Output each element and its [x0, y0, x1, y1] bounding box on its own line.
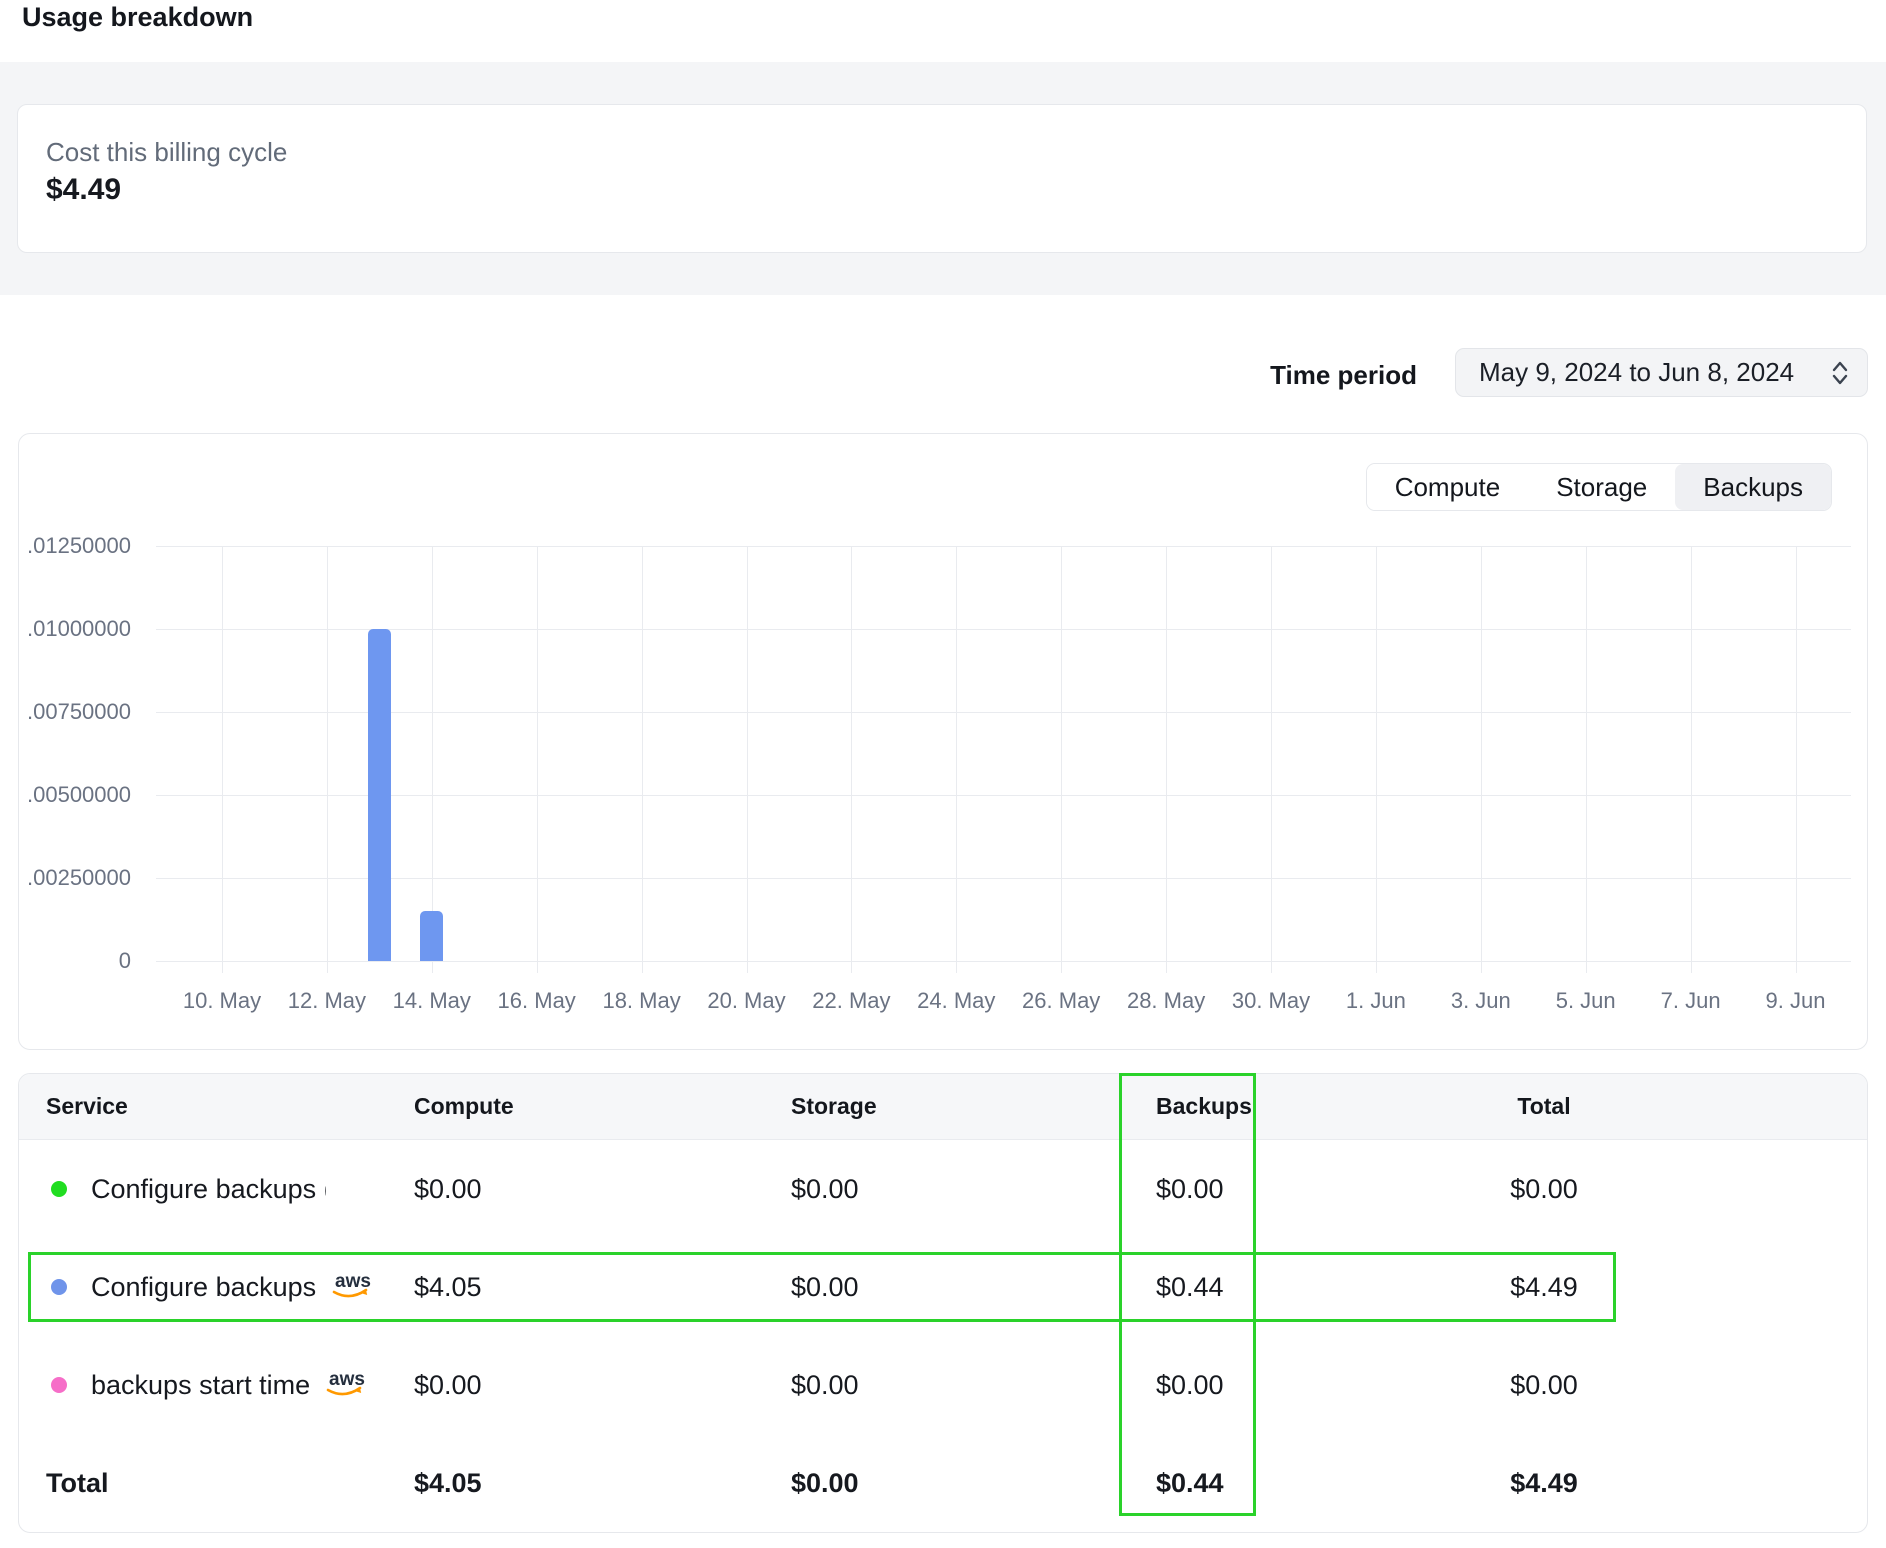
grid-line-horizontal: [156, 961, 1851, 962]
usage-chart-panel: ComputeStorageBackups .01250000.01000000…: [18, 433, 1868, 1050]
column-header-backups: Backups: [1156, 1093, 1291, 1120]
x-axis-label: 30. May: [1211, 988, 1331, 1014]
total-row-label: Total: [46, 1468, 414, 1499]
storage-cell: $0.00: [791, 1272, 1156, 1303]
storage-cell: $0.00: [791, 1370, 1156, 1401]
total-total-cell: $4.49: [1291, 1468, 1797, 1499]
x-axis-label: 7. Jun: [1631, 988, 1751, 1014]
x-axis-label: 3. Jun: [1421, 988, 1541, 1014]
service-cell: Configure backups aws: [46, 1268, 414, 1307]
service-legend-dot: [51, 1181, 67, 1197]
compute-cell: $4.05: [414, 1272, 791, 1303]
compute-cell: $0.00: [414, 1370, 791, 1401]
time-period-label: Time period: [1270, 360, 1417, 391]
grid-line-horizontal: [156, 878, 1851, 879]
storage-cell: $0.00: [791, 1174, 1156, 1205]
x-axis-label: 24. May: [896, 988, 1016, 1014]
grid-line-horizontal: [156, 629, 1851, 630]
y-axis-label: .00500000: [21, 784, 131, 806]
usage-bar: [368, 629, 391, 961]
x-axis-label: 18. May: [582, 988, 702, 1014]
x-axis-label: 1. Jun: [1316, 988, 1436, 1014]
backups-cell: $0.44: [1156, 1272, 1291, 1303]
grid-line-vertical: [1061, 546, 1062, 973]
x-axis-label: 5. Jun: [1526, 988, 1646, 1014]
billing-cycle-label: Cost this billing cycle: [46, 135, 1866, 169]
grid-line-horizontal: [156, 712, 1851, 713]
service-name: backups start time: [91, 1370, 310, 1401]
grid-line-vertical: [1271, 546, 1272, 973]
grid-line-vertical: [747, 546, 748, 973]
billing-cycle-value: $4.49: [46, 169, 1866, 211]
usage-table: ServiceComputeStorageBackupsTotal Config…: [18, 1073, 1868, 1533]
grid-line-vertical: [642, 546, 643, 973]
grid-line-vertical: [1376, 546, 1377, 973]
compute-cell: $0.00: [414, 1174, 791, 1205]
service-name: Configure backups: [91, 1272, 316, 1303]
backups-cell: $0.00: [1156, 1370, 1291, 1401]
grid-line-vertical: [432, 546, 433, 973]
service-cell: backups start time aws: [46, 1366, 414, 1405]
grid-line-vertical: [1796, 546, 1797, 973]
x-axis-label: 16. May: [477, 988, 597, 1014]
table-header-row: ServiceComputeStorageBackupsTotal: [19, 1074, 1867, 1140]
grid-line-vertical: [1166, 546, 1167, 973]
grid-line-horizontal: [156, 795, 1851, 796]
x-axis-label: 20. May: [687, 988, 807, 1014]
total-backups-cell: $0.44: [1156, 1468, 1291, 1499]
unfold-icon: [1829, 358, 1851, 388]
billing-summary-section: Cost this billing cycle $4.49: [0, 62, 1886, 295]
total-storage-cell: $0.00: [791, 1468, 1156, 1499]
grid-line-vertical: [851, 546, 852, 973]
grid-line-vertical: [1481, 546, 1482, 973]
usage-breakdown-page: Usage breakdown Cost this billing cycle …: [0, 0, 1886, 1548]
backups-cell: $0.00: [1156, 1174, 1291, 1205]
y-axis-label: .01000000: [21, 618, 131, 640]
y-axis-label: .00750000: [21, 701, 131, 723]
usage-bar: [420, 911, 443, 961]
grid-line-vertical: [1586, 546, 1587, 973]
x-axis-label: 26. May: [1001, 988, 1121, 1014]
total-cell: $0.00: [1291, 1370, 1797, 1401]
service-legend-dot: [51, 1377, 67, 1393]
x-axis-label: 22. May: [791, 988, 911, 1014]
total-cell: $4.49: [1291, 1272, 1797, 1303]
table-row: backups start timeaws$0.00$0.00$0.00$0.0…: [19, 1336, 1867, 1434]
grid-line-vertical: [1691, 546, 1692, 973]
x-axis-label: 10. May: [162, 988, 282, 1014]
column-header-storage: Storage: [791, 1093, 1156, 1120]
total-compute-cell: $4.05: [414, 1468, 791, 1499]
x-axis-label: 28. May: [1106, 988, 1226, 1014]
usage-chart: .01250000 .01000000 .00750000 .00500000 .002…: [19, 434, 1867, 1049]
column-header-compute: Compute: [414, 1093, 791, 1120]
x-axis-label: 9. Jun: [1736, 988, 1856, 1014]
grid-line-horizontal: [156, 546, 1851, 547]
column-header-service: Service: [46, 1093, 414, 1120]
grid-line-vertical: [327, 546, 328, 973]
grid-line-vertical: [222, 546, 223, 973]
service-name: Configure backups (Resto: [91, 1174, 326, 1205]
aws-icon: aws: [330, 1271, 374, 1303]
x-axis-label: 12. May: [267, 988, 387, 1014]
grid-line-vertical: [956, 546, 957, 973]
table-row: Configure backups aws $4.05$0.00$0.44$4.49: [19, 1238, 1867, 1336]
column-header-total: Total: [1291, 1093, 1797, 1120]
time-period-value: May 9, 2024 to Jun 8, 2024: [1456, 357, 1829, 388]
grid-line-vertical: [537, 546, 538, 973]
time-period-select[interactable]: May 9, 2024 to Jun 8, 2024: [1455, 348, 1868, 397]
service-legend-dot: [51, 1279, 67, 1295]
x-axis-label: 14. May: [372, 988, 492, 1014]
y-axis-label: .00250000: [21, 867, 131, 889]
page-title: Usage breakdown: [22, 2, 253, 33]
y-axis-label: .01250000: [21, 535, 131, 557]
table-total-row: Total$4.05$0.00$0.44$4.49: [19, 1434, 1867, 1532]
billing-summary-card: Cost this billing cycle $4.49: [17, 104, 1867, 253]
total-cell: $0.00: [1291, 1174, 1797, 1205]
table-row: Configure backups (Resto$0.00$0.00$0.00$…: [19, 1140, 1867, 1238]
service-cell: Configure backups (Resto: [46, 1174, 414, 1205]
aws-icon: aws: [324, 1369, 368, 1401]
y-axis-label: 0: [21, 950, 131, 972]
